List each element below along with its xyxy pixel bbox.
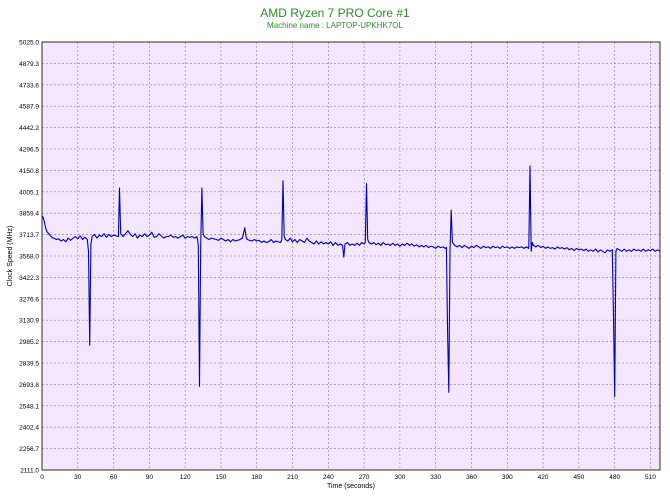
x-tick-label: 390 [502,474,513,481]
chart-figure: AMD Ryzen 7 PRO Core #1 Machine name : L… [0,0,670,502]
x-tick-label: 510 [645,474,656,481]
y-tick-label: 2548.1 [19,403,39,410]
x-tick-label: 450 [573,474,584,481]
x-tick-label: 270 [359,474,370,481]
y-tick-label: 2693.8 [19,382,39,389]
x-tick-label: 240 [323,474,334,481]
y-axis-label: Clock Speed (MHz) [7,226,14,287]
y-tick-label: 4442.2 [19,125,39,132]
y-tick-label: 4150.8 [19,168,39,175]
x-tick-label: 60 [110,474,118,481]
y-axis-ticks: 2111.0 2256.7 2402.4 2548.1 2693.8 2839.5 2985… [19,40,39,475]
x-tick-label: 300 [394,474,405,481]
y-tick-label: 4879.3 [19,61,39,68]
x-tick-label: 180 [251,474,262,481]
x-axis-ticks: 0 30 60 90 120 150 180 210 240 270 300 330 360 390 420… [40,474,656,481]
line-chart: 2111.0 2256.7 2402.4 2548.1 2693.8 2839.5 2985… [7,40,661,490]
x-tick-label: 30 [74,474,82,481]
y-tick-label: 2839.5 [19,361,39,368]
y-tick-label: 4733.6 [19,82,39,89]
x-tick-label: 480 [609,474,620,481]
x-tick-label: 150 [216,474,227,481]
x-tick-label: 120 [180,474,191,481]
x-tick-label: 360 [466,474,477,481]
y-tick-label: 3859.4 [19,211,39,218]
y-tick-label: 3568.0 [19,254,39,261]
grid-lines [41,41,660,471]
y-tick-label: 2402.4 [19,425,39,432]
y-tick-label: 2256.7 [19,446,39,453]
x-axis-label: Time (seconds) [327,483,375,490]
y-tick-label: 2985.2 [19,339,39,346]
y-tick-label: 3130.9 [19,318,39,325]
x-tick-label: 210 [287,474,298,481]
y-tick-label: 3422.3 [19,275,39,282]
x-tick-label: 0 [40,474,44,481]
y-tick-label: 5025.0 [19,40,39,47]
x-tick-label: 90 [146,474,154,481]
y-tick-label: 4587.9 [19,104,39,111]
y-tick-label: 3276.6 [19,296,39,303]
y-tick-label: 2111.0 [20,468,39,475]
y-tick-label: 3713.7 [19,232,39,239]
y-tick-label: 4005.1 [19,189,39,196]
x-tick-label: 330 [430,474,441,481]
x-tick-label: 420 [538,474,549,481]
y-tick-label: 4296.5 [19,147,39,154]
